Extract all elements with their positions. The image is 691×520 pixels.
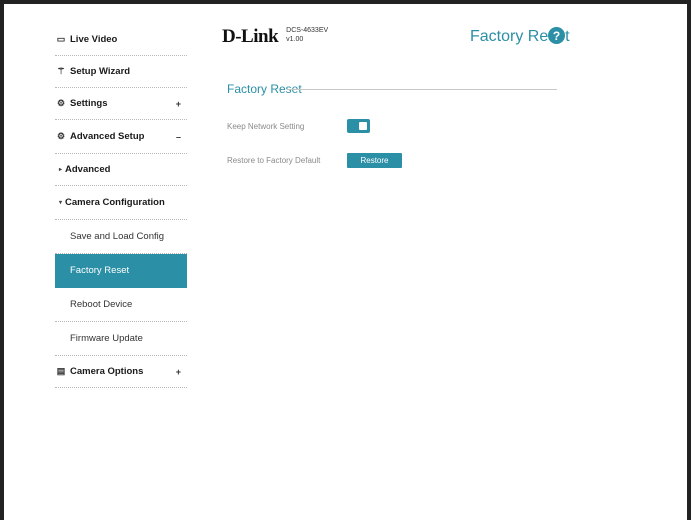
model-number: DCS-4633EV bbox=[286, 27, 329, 34]
sidebar-item-camera-options[interactable]: ▤ Camera Options + bbox=[55, 356, 187, 388]
sidebar-item-advanced[interactable]: ▸ Advanced bbox=[55, 154, 187, 186]
sidebar-item-settings[interactable]: ⚙ Settings + bbox=[55, 88, 187, 120]
sidebar-item-live-video[interactable]: ▭ Live Video bbox=[55, 24, 187, 56]
sidebar-item-label: Setup Wizard bbox=[70, 66, 131, 77]
help-icon[interactable]: ? bbox=[548, 27, 565, 44]
restore-label: Restore to Factory Default bbox=[227, 156, 321, 165]
sidebar-item-label: Live Video bbox=[70, 34, 118, 45]
collapse-icon[interactable]: – bbox=[176, 132, 181, 142]
brand-logo: D-Link DCS-4633EV v1.00 bbox=[222, 26, 328, 48]
brand-name: D-Link bbox=[222, 26, 279, 47]
sidebar-item-label: Reboot Device bbox=[70, 299, 133, 310]
sidebar-item-camera-configuration[interactable]: ▾ Camera Configuration bbox=[55, 186, 187, 220]
keep-network-toggle[interactable] bbox=[347, 119, 370, 133]
sidebar-item-label: Save and Load Config bbox=[70, 231, 165, 242]
firmware-version: v1.00 bbox=[286, 36, 304, 43]
sidebar-item-label: Advanced bbox=[65, 164, 111, 175]
sidebar-item-label: Settings bbox=[70, 98, 108, 109]
restore-button[interactable]: Restore bbox=[347, 153, 402, 168]
wand-icon: ⚚ bbox=[56, 66, 66, 76]
sidebar-item-label: Advanced Setup bbox=[70, 131, 145, 142]
keep-network-label: Keep Network Setting bbox=[227, 122, 305, 131]
toggle-knob bbox=[359, 122, 367, 130]
sidebar-item-setup-wizard[interactable]: ⚚ Setup Wizard bbox=[55, 56, 187, 88]
sidebar-item-factory-reset[interactable]: Factory Reset bbox=[55, 254, 187, 288]
expand-icon[interactable]: + bbox=[176, 367, 181, 377]
gear-icon: ⚙ bbox=[56, 98, 66, 108]
document-icon: ▤ bbox=[56, 366, 66, 376]
sidebar-item-label: Firmware Update bbox=[70, 333, 143, 344]
device-model: DCS-4633EV v1.00 bbox=[286, 26, 328, 44]
video-icon: ▭ bbox=[56, 34, 66, 44]
expand-icon[interactable]: + bbox=[176, 99, 181, 109]
sidebar-item-advanced-setup[interactable]: ⚙ Advanced Setup – bbox=[55, 120, 187, 154]
sidebar-item-reboot-device[interactable]: Reboot Device bbox=[55, 288, 187, 322]
caret-right-icon: ▸ bbox=[59, 167, 63, 173]
sidebar-item-save-load-config[interactable]: Save and Load Config bbox=[55, 220, 187, 254]
caret-down-icon: ▾ bbox=[59, 200, 63, 206]
sidebar-item-label: Factory Reset bbox=[70, 265, 130, 276]
sidebar-item-label: Camera Configuration bbox=[65, 197, 165, 208]
advanced-gear-icon: ⚙ bbox=[56, 131, 66, 141]
sidebar-item-firmware-update[interactable]: Firmware Update bbox=[55, 322, 187, 356]
section-divider bbox=[287, 89, 557, 90]
sidebar-nav: ▭ Live Video ⚚ Setup Wizard ⚙ Settings +… bbox=[55, 24, 187, 388]
sidebar-item-label: Camera Options bbox=[70, 366, 144, 377]
